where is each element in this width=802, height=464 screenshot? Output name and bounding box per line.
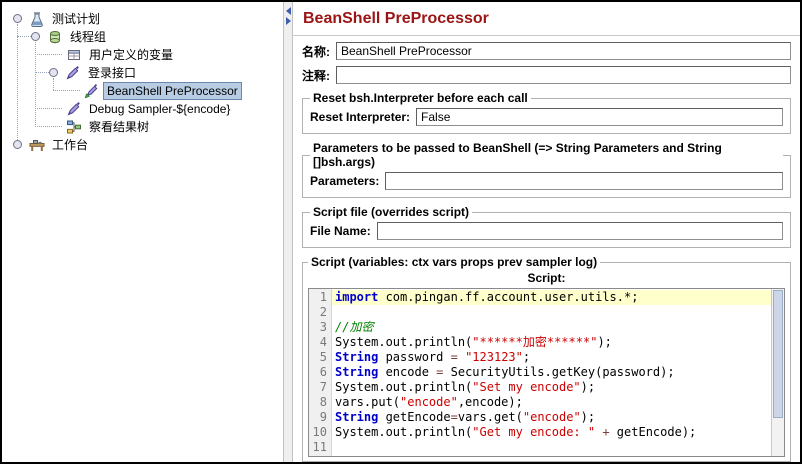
script-editor[interactable]: 1 2 3 4 5 6 7 8 9 10 11 import com.pingan.ff.accou… — [308, 288, 785, 457]
file-name-input[interactable] — [376, 222, 783, 240]
expand-handle-icon[interactable] — [31, 32, 40, 41]
parameters-label: Parameters: — [310, 174, 380, 188]
expand-handle-icon[interactable] — [13, 14, 22, 23]
tree-connector-line — [53, 90, 80, 91]
editor-scrollbar-thumb[interactable] — [773, 290, 783, 418]
tree-node[interactable]: BeanShell PreProcessor — [84, 81, 242, 100]
script-textarea[interactable]: import com.pingan.ff.account.user.utils.… — [332, 289, 771, 456]
code-line[interactable]: System.out.println("Get my encode: " + g… — [332, 425, 771, 440]
test-plan-icon — [29, 11, 45, 27]
parameters-group-title: Parameters to be passed to BeanShell (=>… — [313, 141, 722, 169]
tree-node-label[interactable]: Debug Sampler-${encode} — [85, 100, 234, 118]
expand-handle-icon[interactable] — [13, 140, 22, 149]
reset-interpreter-label: Reset Interpreter: — [310, 110, 411, 124]
user-defined-variables-icon — [66, 47, 82, 63]
script-file-group-title: Script file (overrides script) — [313, 205, 470, 219]
tree-connector-line — [35, 54, 62, 55]
tree-connector-line — [17, 36, 31, 37]
code-line[interactable]: System.out.println("******加密******"); — [332, 335, 771, 350]
name-input[interactable] — [336, 42, 791, 60]
code-line[interactable]: String password = "123123"; — [332, 350, 771, 365]
code-line[interactable]: //加密 — [332, 320, 771, 335]
tree-node-label[interactable]: BeanShell PreProcessor — [103, 81, 242, 100]
line-number: 11 — [312, 440, 327, 454]
code-line[interactable] — [332, 440, 771, 455]
tree-connector-line — [35, 72, 49, 73]
parameters-group: Parameters to be passed to BeanShell (=>… — [302, 141, 791, 198]
code-line[interactable] — [332, 305, 771, 320]
comments-input[interactable] — [336, 66, 791, 84]
collapse-right-icon[interactable] — [285, 17, 291, 25]
panel-splitter[interactable] — [283, 2, 293, 462]
reset-interpreter-group-title: Reset bsh.Interpreter before each call — [313, 91, 528, 105]
tree-node[interactable]: Debug Sampler-${encode} — [66, 100, 234, 117]
line-number: 5 — [319, 350, 327, 364]
tree-node[interactable]: 线程组 — [31, 28, 110, 45]
collapse-left-icon[interactable] — [285, 7, 291, 15]
view-results-tree-icon — [66, 119, 82, 135]
tree-node[interactable]: 登录接口 — [49, 64, 140, 81]
tree-connector-line — [35, 126, 62, 127]
code-line[interactable]: String encode = SecurityUtils.getKey(pas… — [332, 365, 771, 380]
code-line[interactable]: System.out.println("Set my encode"); — [332, 380, 771, 395]
workbench-icon — [29, 137, 45, 153]
line-number: 7 — [319, 380, 327, 394]
line-number: 4 — [319, 335, 327, 349]
code-line[interactable]: vars.put("encode",encode); — [332, 395, 771, 410]
tree-node-label[interactable]: 工作台 — [48, 134, 92, 155]
tree-connector-line — [17, 24, 18, 140]
debug-sampler-icon — [66, 101, 82, 117]
code-line[interactable]: import com.pingan.ff.account.user.utils.… — [332, 290, 771, 305]
tree-node-label[interactable]: 登录接口 — [84, 62, 140, 83]
title-separator — [293, 35, 800, 36]
script-file-group: Script file (overrides script) File Name… — [302, 205, 791, 248]
line-number: 10 — [312, 425, 327, 439]
line-number: 6 — [319, 365, 327, 379]
comments-label: 注释: — [302, 68, 330, 83]
script-label: Script: — [527, 271, 566, 285]
expand-handle-icon[interactable] — [49, 68, 58, 77]
thread-group-icon — [47, 29, 63, 45]
tree-node[interactable]: 察看结果树 — [66, 118, 153, 135]
editor-scrollbar[interactable] — [771, 289, 784, 456]
code-line[interactable]: String getEncode=vars.get("encode"); — [332, 410, 771, 425]
tree-connector-line — [35, 108, 62, 109]
reset-interpreter-group: Reset bsh.Interpreter before each call R… — [302, 91, 791, 134]
reset-interpreter-combo[interactable] — [416, 108, 783, 126]
line-number: 8 — [319, 395, 327, 409]
script-group-title: Script (variables: ctx vars props prev s… — [311, 255, 598, 269]
tree-node[interactable]: 工作台 — [13, 136, 92, 153]
name-label: 名称: — [302, 44, 330, 59]
line-number-gutter: 1 2 3 4 5 6 7 8 9 10 11 — [309, 289, 332, 456]
line-number: 3 — [319, 320, 327, 334]
tree-node[interactable]: 测试计划 — [13, 10, 104, 27]
file-name-label: File Name: — [310, 224, 371, 238]
line-number: 9 — [319, 410, 327, 424]
test-plan-tree: 测试计划 线程组 用户定义的变量 登录接口 BeanShell PreProcessor… — [2, 2, 283, 462]
http-sampler-icon — [65, 65, 81, 81]
tree-node-label[interactable]: 察看结果树 — [85, 116, 153, 137]
page-title: BeanShell PreProcessor — [303, 10, 489, 27]
tree-node[interactable]: 用户定义的变量 — [66, 46, 177, 63]
script-group: Script (variables: ctx vars props prev s… — [302, 255, 791, 462]
line-number: 1 — [319, 290, 327, 304]
parameters-input[interactable] — [385, 172, 783, 190]
beanshell-preprocessor-icon — [84, 83, 100, 99]
jmeter-window: 测试计划 线程组 用户定义的变量 登录接口 BeanShell PreProcessor… — [0, 0, 802, 464]
beanshell-config-panel: BeanShell PreProcessor 名称: 注释: Reset bsh… — [293, 2, 800, 462]
line-number: 2 — [319, 305, 327, 319]
